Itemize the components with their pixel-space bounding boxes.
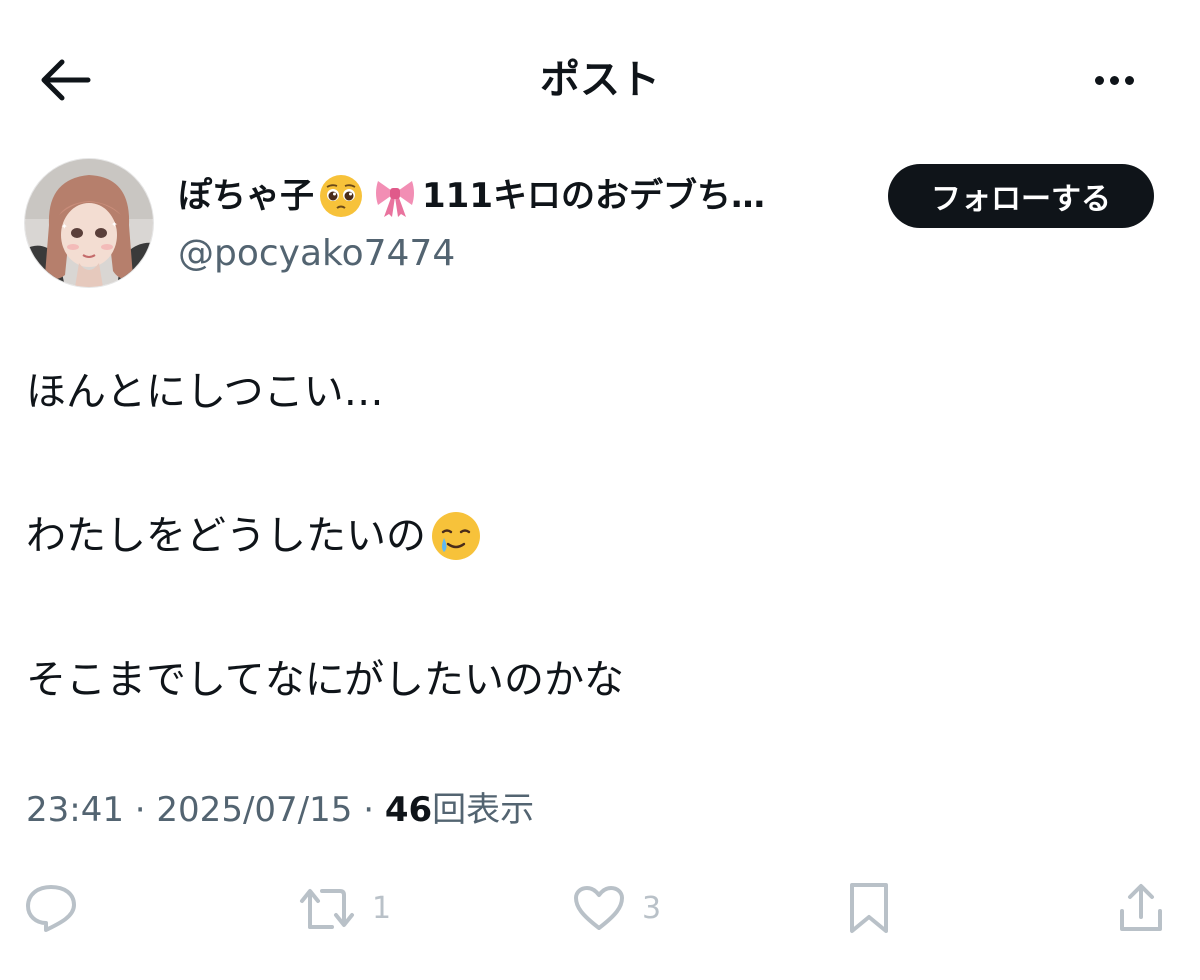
views-count: 46 <box>384 790 433 830</box>
share-button[interactable] <box>1116 870 1166 946</box>
post-date[interactable]: 2025/07/15 <box>156 790 352 830</box>
post-line-text: そこまでしてなにがしたいのかな <box>26 657 624 703</box>
post-line-text: ほんとにしつこい… <box>26 369 384 415</box>
post-time[interactable]: 23:41 <box>26 790 124 830</box>
meta-separator: · <box>363 790 375 830</box>
top-bar: ポスト <box>0 0 1200 160</box>
retweet-button[interactable]: 1 <box>298 870 391 946</box>
author-avatar[interactable]: ✦ ✦ <box>24 158 154 288</box>
retweet-icon <box>300 889 354 929</box>
views-label: 回表示 <box>432 790 535 830</box>
post-line-text: わたしをどうしたいの <box>26 513 426 559</box>
display-name-text: ぽちゃ子 <box>178 176 314 216</box>
more-options-button[interactable] <box>1084 60 1144 100</box>
ribbon-emoji <box>376 181 414 217</box>
retweet-count: 1 <box>372 890 392 926</box>
author-display-name[interactable]: ぽちゃ子 111キロのおデブち… <box>178 168 878 224</box>
action-bar: 1 3 <box>0 870 1200 946</box>
bookmark-icon <box>850 883 888 933</box>
post-line-2: わたしをどうしたいの <box>26 506 482 566</box>
avatar-image: ✦ ✦ <box>25 159 153 287</box>
like-button[interactable]: 3 <box>572 870 661 946</box>
heart-icon <box>574 886 624 930</box>
display-name-suffix: 111キロのおデブち… <box>422 176 765 216</box>
post-line-1: ほんとにしつこい… <box>26 362 384 422</box>
pleading-face-emoji <box>320 175 362 217</box>
bookmark-button[interactable] <box>846 870 892 946</box>
author-handle[interactable]: @pocyako7474 <box>178 226 455 282</box>
svg-text:✦: ✦ <box>61 222 68 231</box>
like-count: 3 <box>642 890 662 926</box>
smiling-face-with-tear-emoji <box>432 512 480 560</box>
share-icon <box>1120 884 1162 931</box>
page-title: ポスト <box>540 57 660 103</box>
reply-icon <box>26 885 76 932</box>
post-line-3: そこまでしてなにがしたいのかな <box>26 650 624 710</box>
more-horizontal-icon <box>1094 75 1104 85</box>
follow-button[interactable]: フォローする <box>888 164 1154 228</box>
meta-separator: · <box>134 790 146 830</box>
reply-button[interactable] <box>24 870 78 946</box>
svg-text:✦: ✦ <box>111 220 118 229</box>
post-metadata: 23:41 · 2025/07/15 · 46回表示 <box>26 782 534 838</box>
